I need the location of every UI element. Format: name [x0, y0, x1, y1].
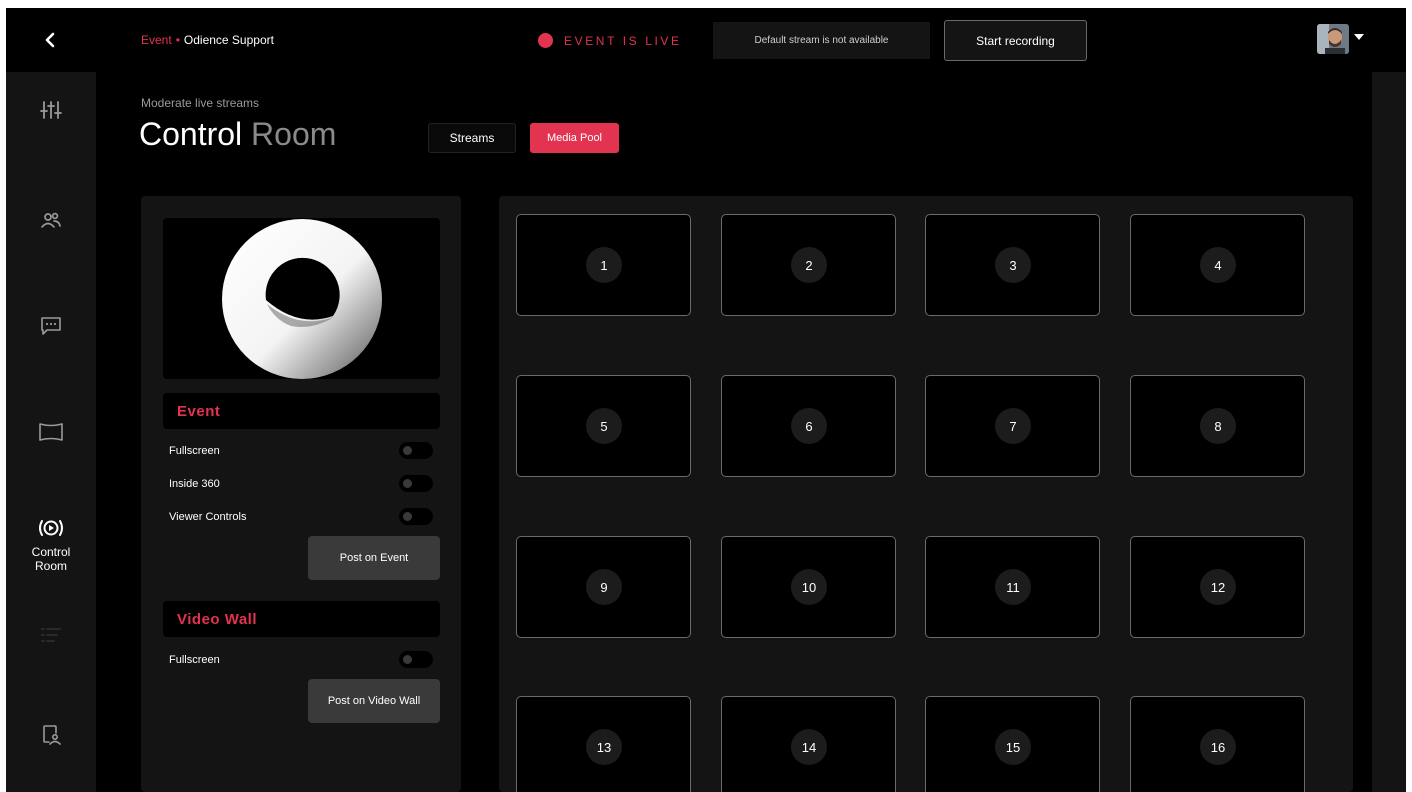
media-slot[interactable]: 14: [721, 696, 896, 792]
toggle-knob: [403, 512, 412, 521]
sidebar-item-list[interactable]: [6, 626, 96, 650]
page-subtitle: Moderate live streams: [141, 96, 260, 110]
sidebar-item-users[interactable]: [6, 212, 96, 236]
breadcrumb-parent[interactable]: Event: [141, 33, 172, 47]
sidebar: Control Room: [6, 72, 96, 792]
sidebar-item-screen[interactable]: [6, 422, 96, 448]
media-slot-number: 1: [586, 247, 622, 283]
media-slot-number: 7: [995, 408, 1031, 444]
chat-icon: [41, 317, 61, 335]
avatar[interactable]: [1317, 24, 1349, 54]
preview-thumbnail: [163, 218, 440, 379]
media-slot[interactable]: 5: [516, 375, 691, 477]
control-room-icon: [39, 520, 63, 536]
caret-down-icon[interactable]: [1354, 34, 1364, 40]
sidebar-item-settings[interactable]: [6, 100, 96, 126]
media-slot[interactable]: 4: [1130, 214, 1305, 316]
media-slot[interactable]: 3: [925, 214, 1100, 316]
media-slot[interactable]: 7: [925, 375, 1100, 477]
chevron-left-icon: [45, 32, 55, 48]
breadcrumb: Event • Odience Support: [141, 33, 274, 47]
event-viewer-controls-toggle[interactable]: [399, 508, 433, 525]
post-on-event-button[interactable]: Post on Event: [308, 536, 440, 580]
media-slot-number: 4: [1200, 247, 1236, 283]
media-slot[interactable]: 1: [516, 214, 691, 316]
page-title: Control Room: [139, 114, 336, 154]
breadcrumb-current: Odience Support: [183, 33, 274, 47]
toggle-knob: [403, 446, 412, 455]
tab-media-pool[interactable]: Media Pool: [530, 123, 619, 153]
video-wall-section-heading: Video Wall: [163, 601, 440, 637]
users-icon: [41, 212, 61, 228]
tab-streams[interactable]: Streams: [428, 123, 516, 153]
video-wall-fullscreen-label: Fullscreen: [169, 654, 220, 666]
breadcrumb-separator: •: [175, 33, 180, 47]
sidebar-item-label: Control Room: [31, 545, 71, 573]
media-slot[interactable]: 10: [721, 536, 896, 638]
scrollbar-track[interactable]: [1372, 72, 1406, 792]
event-fullscreen-label: Fullscreen: [169, 445, 220, 457]
media-slot[interactable]: 13: [516, 696, 691, 792]
odience-logo-icon: [222, 219, 382, 379]
screen-icon: [39, 423, 63, 441]
media-slot-number: 8: [1200, 408, 1236, 444]
media-slot[interactable]: 16: [1130, 696, 1305, 792]
event-section-heading: Event: [163, 393, 440, 429]
page-title-secondary: Room: [251, 116, 337, 152]
media-slot-number: 15: [995, 729, 1031, 765]
media-slot-number: 9: [586, 569, 622, 605]
media-slot-number: 14: [791, 729, 827, 765]
media-slot-number: 13: [586, 729, 622, 765]
post-on-video-wall-button[interactable]: Post on Video Wall: [308, 679, 440, 723]
list-icon: [41, 628, 61, 642]
media-slot-number: 11: [995, 569, 1031, 605]
sliders-icon: [40, 101, 62, 119]
output-panel: Event Fullscreen Inside 360 Viewer Contr…: [141, 196, 461, 792]
user-avatar-icon: [1317, 24, 1349, 54]
media-slot-number: 6: [791, 408, 827, 444]
live-indicator-icon: [538, 33, 553, 48]
event-inside-360-toggle[interactable]: [399, 475, 433, 492]
media-slot[interactable]: 8: [1130, 375, 1305, 477]
media-slot[interactable]: 15: [925, 696, 1100, 792]
event-inside-360-label: Inside 360: [169, 478, 220, 490]
media-slot-number: 3: [995, 247, 1031, 283]
top-bar: Event • Odience Support EVENT IS LIVE Defa…: [6, 8, 1406, 72]
page-title-primary: Control: [139, 116, 243, 152]
live-status: EVENT IS LIVE: [564, 34, 682, 48]
media-slot-number: 2: [791, 247, 827, 283]
sidebar-item-device[interactable]: [6, 724, 96, 752]
media-slot-number: 12: [1200, 569, 1236, 605]
media-slot-number: 16: [1200, 729, 1236, 765]
media-slot[interactable]: 12: [1130, 536, 1305, 638]
event-fullscreen-toggle[interactable]: [399, 442, 433, 459]
toggle-knob: [403, 655, 412, 664]
video-wall-fullscreen-toggle[interactable]: [399, 651, 433, 668]
media-slot-number: 5: [586, 408, 622, 444]
device-user-icon: [43, 725, 61, 745]
sidebar-item-control-room[interactable]: Control Room: [6, 517, 96, 573]
media-slot[interactable]: 6: [721, 375, 896, 477]
media-pool-grid: 1 2 3 4 5 6 7 8 9 10 11 12 13 14 15 16: [499, 196, 1353, 792]
media-slot-number: 10: [791, 569, 827, 605]
event-viewer-controls-label: Viewer Controls: [169, 511, 247, 523]
media-slot[interactable]: 11: [925, 536, 1100, 638]
app-window: Event • Odience Support EVENT IS LIVE Defa…: [6, 8, 1406, 792]
toggle-knob: [403, 479, 412, 488]
media-slot[interactable]: 2: [721, 214, 896, 316]
back-button[interactable]: [36, 26, 64, 54]
stream-status: Default stream is not available: [713, 22, 930, 59]
media-slot[interactable]: 9: [516, 536, 691, 638]
start-recording-button[interactable]: Start recording: [944, 20, 1087, 61]
sidebar-item-chat[interactable]: [6, 316, 96, 342]
